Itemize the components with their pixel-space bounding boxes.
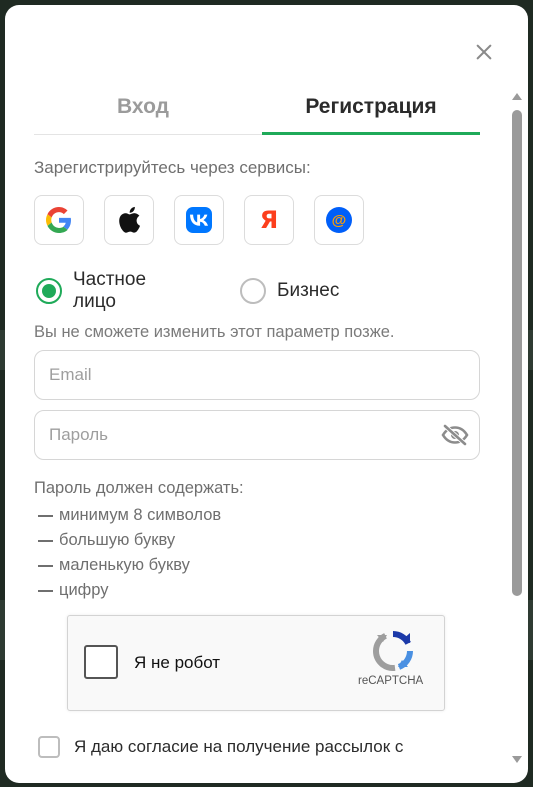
radio-business[interactable]: Бизнес <box>240 277 339 305</box>
vk-button[interactable] <box>174 195 224 245</box>
google-button[interactable] <box>34 195 84 245</box>
services-title: Зарегистрируйтесь через сервисы: <box>34 158 311 177</box>
apple-icon <box>119 206 140 233</box>
rule-text: минимум 8 символов <box>59 506 222 524</box>
recaptcha-checkbox[interactable] <box>84 645 118 679</box>
list-item: маленькую букву <box>38 553 221 578</box>
scroll-down-icon[interactable] <box>512 756 522 763</box>
rule-text: маленькую букву <box>59 556 190 574</box>
yandex-icon: Я <box>259 206 279 234</box>
eye-off-icon[interactable] <box>441 423 469 447</box>
rule-text: цифру <box>59 581 109 599</box>
vk-icon <box>186 207 212 233</box>
password-rules-list: минимум 8 символов большую букву маленьк… <box>38 503 221 603</box>
radio-private-person[interactable]: Частное лицо <box>36 269 146 312</box>
consent-text: Я даю согласие на получение рассылок с <box>74 737 404 756</box>
password-field[interactable] <box>49 411 429 459</box>
scrollbar-thumb[interactable] <box>512 110 522 596</box>
active-tab-indicator <box>262 132 480 135</box>
tab-login[interactable]: Вход <box>34 91 252 135</box>
recaptcha-widget: Я не робот reCAPTCHA <box>67 615 445 711</box>
recaptcha-brand: reCAPTCHA <box>358 675 424 687</box>
radio-label: Частное лицо <box>73 269 147 312</box>
auth-tabs: Вход Регистрация <box>34 91 480 135</box>
registration-modal: Вход Регистрация Зарегистрируйтесь через… <box>5 5 528 783</box>
scroll-up-icon[interactable] <box>512 93 522 100</box>
dash-icon <box>38 514 53 517</box>
list-item: цифру <box>38 578 221 603</box>
radio-circle-checked <box>36 278 62 304</box>
email-field[interactable] <box>49 351 429 399</box>
consent-checkbox[interactable] <box>38 736 60 758</box>
scrollbar[interactable] <box>511 93 523 763</box>
dash-icon <box>38 564 53 567</box>
email-field-wrapper <box>34 350 480 400</box>
tab-registration[interactable]: Регистрация <box>262 91 480 135</box>
account-type-hint: Вы не сможете изменить этот параметр поз… <box>34 323 395 341</box>
rule-text: большую букву <box>59 531 176 549</box>
password-rules-title: Пароль должен содержать: <box>34 479 244 497</box>
mailru-button[interactable]: @ <box>314 195 364 245</box>
mailru-icon: @ <box>326 207 352 233</box>
close-icon[interactable] <box>471 39 497 65</box>
radio-label: Бизнес <box>277 280 340 301</box>
recaptcha-logo-icon <box>372 631 413 671</box>
list-item: большую букву <box>38 528 221 553</box>
consent-row: Я даю согласие на получение рассылок с <box>38 735 403 759</box>
tab-registration-label: Регистрация <box>305 95 437 118</box>
password-field-wrapper <box>34 410 480 460</box>
dash-icon <box>38 589 53 592</box>
recaptcha-label: Я не робот <box>134 653 221 672</box>
radio-circle <box>240 278 266 304</box>
list-item: минимум 8 символов <box>38 503 221 528</box>
google-icon <box>46 207 71 233</box>
apple-button[interactable] <box>104 195 154 245</box>
yandex-button[interactable]: Я <box>244 195 294 245</box>
dash-icon <box>38 539 53 542</box>
